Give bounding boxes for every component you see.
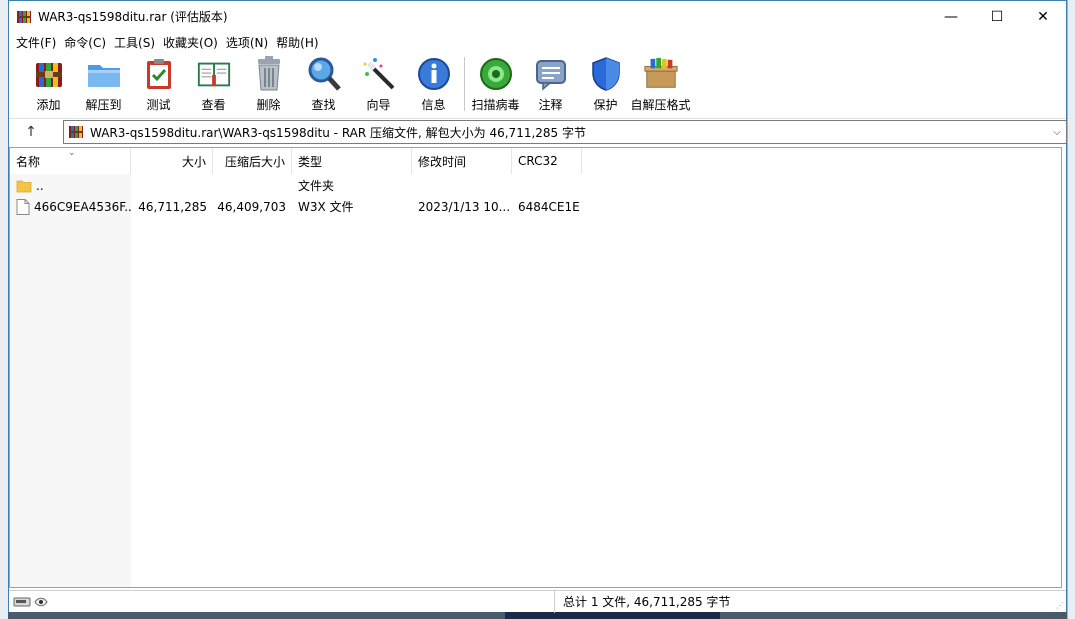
window-title: WAR3-qs1598ditu.rar (评估版本) [38, 10, 228, 24]
row-packed: 46,409,703 [217, 199, 286, 214]
table-row-file[interactable]: 466C9EA4536F... 46,711,285 46,409,703 W3… [10, 196, 1061, 217]
drive-icon [13, 597, 48, 606]
row-packed [213, 175, 292, 196]
virus-scan-button[interactable]: 扫描病毒 [468, 53, 523, 113]
extract-folder-icon [87, 65, 120, 87]
folder-icon [16, 180, 32, 192]
sfx-button[interactable]: 自解压格式 [630, 53, 691, 113]
status-bar: 总计 1 文件, 46,711,285 字节 ⋰ [9, 590, 1066, 613]
menu-favorites[interactable]: 收藏夹(O) [162, 34, 225, 51]
wand-icon [363, 58, 394, 90]
test-clipboard-icon [146, 59, 171, 89]
wizard-label: 向导 [366, 98, 391, 112]
column-type-label: 类型 [298, 154, 323, 169]
view-label: 查看 [201, 98, 226, 112]
view-button[interactable]: 查看 [186, 53, 241, 113]
row-name: .. [36, 178, 44, 193]
menu-options[interactable]: 选项(N) [225, 34, 275, 51]
column-header-modified[interactable]: 修改时间 [412, 148, 512, 174]
winrar-app-icon [17, 10, 31, 23]
resize-grip-icon[interactable]: ⋰ [1056, 601, 1064, 610]
magnifier-icon [308, 57, 341, 91]
title-bar: WAR3-qs1598ditu.rar (评估版本) — ☐ ✕ [9, 1, 1066, 32]
protect-button[interactable]: 保护 [578, 53, 633, 113]
row-crc: 6484CE1E [518, 199, 580, 214]
row-modified: 2023/1/13 10... [418, 199, 511, 214]
table-row-parent[interactable]: .. 文件夹 [10, 175, 1061, 196]
row-type: 文件夹 [298, 179, 335, 193]
chevron-down-icon[interactable]: ⌵ [1048, 127, 1066, 138]
protect-label: 保护 [593, 98, 618, 112]
address-field[interactable]: WAR3-qs1598ditu.rar\WAR3-qs1598ditu - RA… [63, 120, 1067, 144]
delete-label: 删除 [256, 98, 281, 112]
rar-file-icon [69, 126, 83, 138]
toolbar-separator [464, 57, 465, 111]
row-size: 46,711,285 [138, 199, 207, 214]
test-button[interactable]: 测试 [131, 53, 186, 113]
file-list: 名称 ⌄ 大小 压缩后大小 类型 修改时间 CRC32 .. 文件夹 466C9… [9, 147, 1062, 588]
column-header-packed[interactable]: 压缩后大小 [213, 148, 292, 174]
name-column-shade [10, 174, 131, 587]
test-label: 测试 [146, 98, 171, 112]
column-header-type[interactable]: 类型 [292, 148, 412, 174]
info-label: 信息 [421, 98, 446, 112]
menu-help[interactable]: 帮助(H) [275, 34, 325, 51]
find-button[interactable]: 查找 [296, 53, 351, 113]
row-modified [412, 175, 512, 196]
shield-icon [591, 57, 620, 91]
row-crc [512, 175, 582, 196]
maximize-button[interactable]: ☐ [974, 1, 1020, 32]
delete-button[interactable]: 删除 [241, 53, 296, 113]
column-size-label: 大小 [181, 154, 206, 169]
address-path: WAR3-qs1598ditu.rar\WAR3-qs1598ditu - RA… [90, 125, 586, 140]
virus-scan-label: 扫描病毒 [471, 98, 520, 112]
comment-label: 注释 [538, 98, 563, 112]
row-name: 466C9EA4536F... [34, 199, 131, 214]
column-packed-label: 压缩后大小 [224, 154, 285, 169]
view-book-icon [197, 62, 230, 87]
column-name-label: 名称 [16, 154, 41, 169]
extract-to-button[interactable]: 解压到 [76, 53, 131, 113]
row-type: W3X 文件 [298, 200, 354, 214]
menu-bar: 文件(F) 命令(C) 工具(S) 收藏夹(O) 选项(N) 帮助(H) [9, 32, 1066, 52]
menu-command[interactable]: 命令(C) [63, 34, 113, 51]
column-modified-label: 修改时间 [418, 154, 467, 169]
column-header-size[interactable]: 大小 [131, 148, 213, 174]
toolbar: 添加 解压到 测试 查看 删除 查找 向导 信息 扫描病毒 注释 保护 自解压格… [9, 53, 1066, 115]
trash-icon [257, 56, 280, 91]
background-window-left [0, 0, 8, 619]
extract-to-label: 解压到 [85, 98, 122, 112]
wizard-button[interactable]: 向导 [351, 53, 406, 113]
add-label: 添加 [36, 98, 61, 112]
menu-tools[interactable]: 工具(S) [113, 34, 162, 51]
close-button[interactable]: ✕ [1020, 1, 1066, 32]
comment-icon [535, 60, 566, 91]
status-summary: 总计 1 文件, 46,711,285 字节 [563, 595, 731, 609]
background-window-right [1067, 0, 1075, 619]
minimize-button[interactable]: — [928, 1, 974, 32]
file-icon [16, 198, 30, 215]
comment-button[interactable]: 注释 [523, 53, 578, 113]
find-label: 查找 [311, 98, 336, 112]
add-archive-icon [35, 63, 62, 87]
column-header-name[interactable]: 名称 ⌄ [10, 148, 131, 174]
column-crc-label: CRC32 [518, 154, 558, 168]
info-icon [417, 58, 450, 90]
add-button[interactable]: 添加 [21, 53, 76, 113]
address-bar: ↑ WAR3-qs1598ditu.rar\WAR3-qs1598ditu - … [9, 118, 1067, 145]
virus-scan-icon [479, 58, 512, 90]
info-button[interactable]: 信息 [406, 53, 461, 113]
winrar-window: WAR3-qs1598ditu.rar (评估版本) — ☐ ✕ 文件(F) 命… [8, 0, 1067, 613]
sfx-box-icon [643, 57, 678, 88]
column-headers: 名称 ⌄ 大小 压缩后大小 类型 修改时间 CRC32 [10, 148, 1061, 174]
column-header-crc[interactable]: CRC32 [512, 148, 582, 174]
sort-chevron-icon: ⌄ [68, 148, 76, 158]
up-one-level-button[interactable]: ↑ [9, 119, 53, 145]
menu-file[interactable]: 文件(F) [15, 34, 63, 51]
row-size [131, 175, 213, 196]
sfx-label: 自解压格式 [630, 98, 691, 112]
